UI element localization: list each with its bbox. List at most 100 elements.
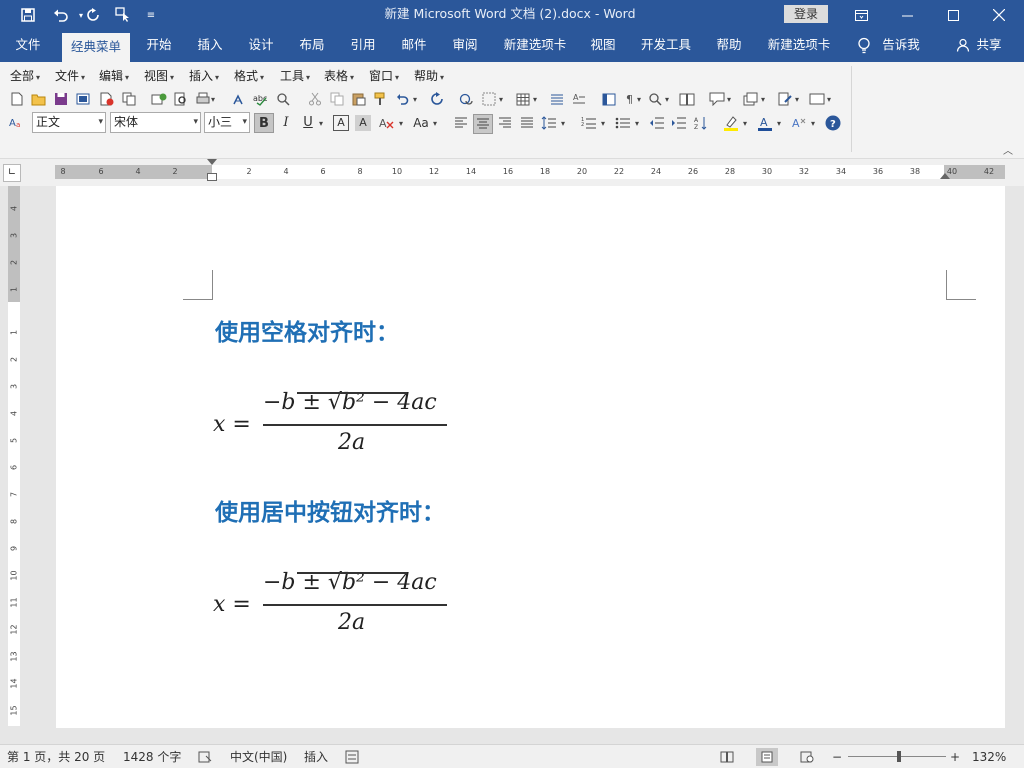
macro-record-icon[interactable] [345,745,359,768]
tab-review[interactable]: 审阅 [444,30,486,62]
bullets-icon[interactable] [614,114,632,132]
columns-icon[interactable] [548,90,566,108]
font-color-dropdown-icon[interactable]: ▾ [774,114,784,132]
tab-design[interactable]: 设计 [240,30,282,62]
styles-pane-icon[interactable]: Aa [8,113,26,131]
copy-icon[interactable] [328,90,346,108]
doc-copy-icon[interactable] [120,90,138,108]
permission-icon[interactable] [74,90,92,108]
horizontal-ruler[interactable]: 8 6 4 2 2 4 6 8 10 12 14 16 18 20 22 24 … [55,165,1005,179]
tab-home[interactable]: 开始 [138,30,180,62]
highlight-icon[interactable] [722,114,740,132]
bullets-dropdown-icon[interactable]: ▾ [632,114,642,132]
marks-dropdown-icon[interactable]: ▾ [634,90,644,108]
quadratic-equation[interactable]: x = −b ± √b² − 4ac 2a [213,390,453,466]
word-count[interactable]: 1428 个字 [123,745,181,768]
menu-help[interactable]: 帮助 [414,67,444,85]
share-button[interactable]: 共享 [952,30,1008,62]
cut-icon[interactable] [306,90,324,108]
decrease-indent-icon[interactable] [648,114,666,132]
vertical-ruler[interactable]: 4 3 2 1 1 2 3 4 5 6 7 8 9 10 11 12 13 14… [8,186,20,726]
menu-insert[interactable]: 插入 [189,67,219,85]
font-size-combo[interactable]: 小三 ▾ [204,112,250,133]
hyperlink-icon[interactable] [458,90,476,108]
minimize-icon[interactable] [884,0,930,30]
text-effects-dropdown-icon[interactable]: ▾ [808,114,818,132]
zoom-in-button[interactable]: + [950,745,960,768]
justify-icon[interactable] [518,114,536,132]
open-folder-icon[interactable] [30,90,48,108]
tab-mailings[interactable]: 邮件 [393,30,435,62]
highlight-dropdown-icon[interactable]: ▾ [740,114,750,132]
save-icon[interactable] [17,0,39,30]
bold-button[interactable]: B [254,113,274,133]
doc-restrict-icon[interactable] [98,90,116,108]
change-case-button[interactable]: Aa [410,113,432,133]
table-dropdown-icon[interactable]: ▾ [530,90,540,108]
tab-layout[interactable]: 布局 [291,30,333,62]
menu-table[interactable]: 表格 [324,67,354,85]
tab-new-tab-2[interactable]: 新建选项卡 [761,30,837,62]
redo-icon[interactable] [428,90,446,108]
brush-icon[interactable] [372,90,390,108]
ribbon-display-icon[interactable] [838,0,884,30]
tab-view[interactable]: 视图 [582,30,624,62]
font-combo[interactable]: 宋体 ▾ [110,112,201,133]
align-right-icon[interactable] [496,114,514,132]
paste-icon[interactable] [350,90,368,108]
menu-edit[interactable]: 编辑 [99,67,129,85]
italic-button[interactable]: I [276,113,296,133]
text-direction-icon[interactable]: A [570,90,588,108]
menu-file[interactable]: 文件 [55,67,85,85]
quadratic-equation[interactable]: x = −b ± √b² − 4ac 2a [213,570,453,646]
tab-selector-icon[interactable]: ∟ [3,164,21,182]
left-indent-marker[interactable] [207,173,217,181]
zoom-slider-thumb[interactable] [897,751,901,762]
change-case-dropdown-icon[interactable]: ▾ [430,114,440,132]
char-shading-button[interactable]: A [355,115,371,131]
spelling-icon[interactable]: abc [252,90,270,108]
help-icon[interactable]: ? [824,114,842,132]
tab-insert[interactable]: 插入 [189,30,231,62]
print-layout-icon[interactable] [756,748,778,766]
collapse-ribbon-icon[interactable]: ︿ [1003,142,1013,157]
tab-file[interactable]: 文件 [6,30,50,62]
line-spacing-icon[interactable] [540,114,558,132]
insert-mode[interactable]: 插入 [304,745,328,768]
first-line-indent-marker[interactable] [207,159,217,165]
underline-dropdown-icon[interactable]: ▾ [316,114,326,132]
redo-icon[interactable] [82,0,104,30]
format-painter-icon[interactable] [230,90,248,108]
comment-dropdown-icon[interactable]: ▾ [724,90,734,108]
document-page[interactable]: 使用空格对齐时： x = −b ± √b² − 4ac 2a 使用居中按钮对齐时… [56,186,1005,728]
tell-me-box[interactable]: 告诉我 [878,30,924,62]
tab-developer[interactable]: 开发工具 [634,30,698,62]
underline-button[interactable]: U [298,113,318,133]
tab-classic-menu[interactable]: 经典菜单 [62,33,130,62]
print-preview-icon[interactable] [172,90,190,108]
heading-center-align[interactable]: 使用居中按钮对齐时： [215,493,445,527]
style-combo[interactable]: 正文 ▾ [32,112,106,133]
zoom-dropdown-icon[interactable]: ▾ [662,90,672,108]
menu-tools[interactable]: 工具 [280,67,310,85]
vertical-scrollbar[interactable] [1005,186,1024,744]
sort-icon[interactable]: AZ [692,114,710,132]
customize-qa-icon[interactable]: ≡ [140,0,162,30]
markup-dropdown-icon[interactable]: ▾ [792,90,802,108]
font-color-icon[interactable]: A [756,114,774,132]
line-spacing-dropdown-icon[interactable]: ▾ [558,114,568,132]
heading-space-align[interactable]: 使用空格对齐时： [215,313,399,347]
touch-mode-icon[interactable] [112,0,134,30]
document-map-icon[interactable] [600,90,618,108]
tab-new-tab-1[interactable]: 新建选项卡 [497,30,573,62]
zoom-level[interactable]: 132% [972,745,1006,768]
text-effects-icon[interactable]: A [790,114,808,132]
web-layout-icon[interactable] [796,748,818,766]
save-icon[interactable] [52,90,70,108]
menu-all[interactable]: 全部 [10,67,40,85]
close-icon[interactable] [976,0,1022,30]
tab-references[interactable]: 引用 [342,30,384,62]
clear-format-icon[interactable]: A [378,114,396,132]
proofing-icon[interactable] [198,745,212,768]
zoom-out-button[interactable]: − [832,745,842,768]
